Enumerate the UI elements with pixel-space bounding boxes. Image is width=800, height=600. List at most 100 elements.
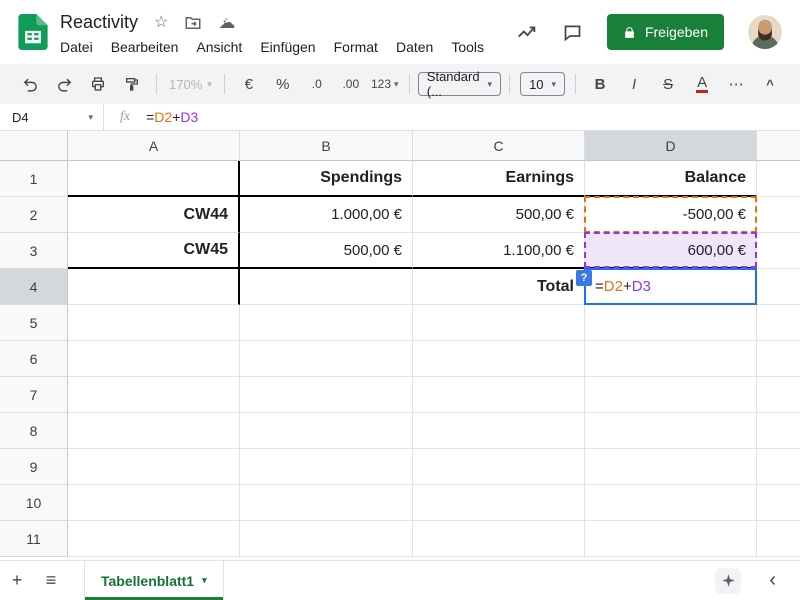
share-button[interactable]: Freigeben: [607, 14, 724, 50]
menu-item-bearbeiten[interactable]: Bearbeiten: [111, 39, 179, 55]
cell-A3[interactable]: CW45: [68, 233, 240, 269]
increase-decimals-button[interactable]: .00: [335, 71, 367, 97]
cell-A4[interactable]: [68, 269, 240, 305]
formula-help-badge[interactable]: ?: [576, 270, 592, 286]
select-all-corner[interactable]: [0, 131, 68, 161]
star-icon[interactable]: ☆: [154, 15, 168, 31]
cell-B11[interactable]: [240, 521, 413, 557]
italic-button[interactable]: I: [618, 71, 650, 97]
cell-E9[interactable]: [757, 449, 800, 485]
cell-B10[interactable]: [240, 485, 413, 521]
format-currency-button[interactable]: €: [233, 71, 265, 97]
row-header-10[interactable]: 10: [0, 485, 68, 521]
row-header-6[interactable]: 6: [0, 341, 68, 377]
menu-item-daten[interactable]: Daten: [396, 39, 433, 55]
cell-D8[interactable]: [585, 413, 757, 449]
row-header-11[interactable]: 11: [0, 521, 68, 557]
cell-A8[interactable]: [68, 413, 240, 449]
cell-D3[interactable]: 600,00 €: [585, 233, 757, 269]
cell-E7[interactable]: [757, 377, 800, 413]
more-toolbar-button[interactable]: ⋯: [720, 71, 752, 97]
cell-E10[interactable]: [757, 485, 800, 521]
cell-D4-active[interactable]: ? = D2 + D3: [585, 269, 757, 305]
cell-E11[interactable]: [757, 521, 800, 557]
comment-icon[interactable]: [562, 22, 583, 43]
cell-A5[interactable]: [68, 305, 240, 341]
format-percent-button[interactable]: %: [267, 71, 299, 97]
cell-E2[interactable]: [757, 197, 800, 233]
sheets-logo-icon[interactable]: [18, 14, 48, 50]
cell-E1[interactable]: [757, 161, 800, 197]
bold-button[interactable]: B: [584, 71, 616, 97]
cell-C9[interactable]: [413, 449, 585, 485]
cell-C5[interactable]: [413, 305, 585, 341]
row-header-2[interactable]: 2: [0, 197, 68, 233]
cell-B8[interactable]: [240, 413, 413, 449]
paint-format-icon[interactable]: [116, 71, 148, 97]
row-header-4[interactable]: 4: [0, 269, 68, 305]
cell-C4[interactable]: Total: [413, 269, 585, 305]
cell-D2[interactable]: -500,00 €: [585, 197, 757, 233]
strikethrough-button[interactable]: S: [652, 71, 684, 97]
cell-D1[interactable]: Balance: [585, 161, 757, 197]
move-to-folder-icon[interactable]: [184, 14, 202, 32]
row-header-8[interactable]: 8: [0, 413, 68, 449]
row-header-3[interactable]: 3: [0, 233, 68, 269]
zoom-select[interactable]: 170% ▾: [165, 77, 216, 92]
cell-D7[interactable]: [585, 377, 757, 413]
cell-E6[interactable]: [757, 341, 800, 377]
column-header-e-partial[interactable]: [757, 131, 800, 161]
redo-icon[interactable]: [48, 71, 80, 97]
cell-D9[interactable]: [585, 449, 757, 485]
sheet-tab-tabellenblatt1[interactable]: Tabellenblatt1 ▾: [84, 561, 224, 600]
explore-button[interactable]: [715, 568, 741, 594]
column-header-b[interactable]: B: [240, 131, 413, 161]
cell-C7[interactable]: [413, 377, 585, 413]
cell-C3[interactable]: 1.100,00 €: [413, 233, 585, 269]
menu-item-tools[interactable]: Tools: [451, 39, 484, 55]
column-header-c[interactable]: C: [413, 131, 585, 161]
cell-B9[interactable]: [240, 449, 413, 485]
cell-B3[interactable]: 500,00 €: [240, 233, 413, 269]
cell-C2[interactable]: 500,00 €: [413, 197, 585, 233]
cell-A1[interactable]: [68, 161, 240, 197]
cell-B1[interactable]: Spendings: [240, 161, 413, 197]
cell-E8[interactable]: [757, 413, 800, 449]
cell-B5[interactable]: [240, 305, 413, 341]
cell-D5[interactable]: [585, 305, 757, 341]
cell-E5[interactable]: [757, 305, 800, 341]
cell-A2[interactable]: CW44: [68, 197, 240, 233]
cell-C11[interactable]: [413, 521, 585, 557]
cell-C6[interactable]: [413, 341, 585, 377]
column-header-d[interactable]: D: [585, 131, 757, 161]
undo-icon[interactable]: [14, 71, 46, 97]
cell-A7[interactable]: [68, 377, 240, 413]
formula-input[interactable]: = D2 + D3: [146, 109, 198, 125]
cell-C8[interactable]: [413, 413, 585, 449]
cell-D11[interactable]: [585, 521, 757, 557]
cell-B2[interactable]: 1.000,00 €: [240, 197, 413, 233]
document-title[interactable]: Reactivity: [60, 12, 138, 33]
cell-C10[interactable]: [413, 485, 585, 521]
cell-C1[interactable]: Earnings: [413, 161, 585, 197]
add-sheet-button[interactable]: +: [0, 570, 34, 591]
cell-A11[interactable]: [68, 521, 240, 557]
print-icon[interactable]: [82, 71, 114, 97]
cell-D10[interactable]: [585, 485, 757, 521]
row-header-1[interactable]: 1: [0, 161, 68, 197]
text-color-button[interactable]: A: [686, 71, 718, 97]
collapse-toolbar-icon[interactable]: ^: [754, 71, 786, 97]
cell-D6[interactable]: [585, 341, 757, 377]
menu-item-ansicht[interactable]: Ansicht: [196, 39, 242, 55]
name-box[interactable]: D4 ▾: [0, 104, 104, 130]
insights-icon[interactable]: [516, 21, 538, 43]
decrease-decimals-button[interactable]: .0: [301, 71, 333, 97]
row-header-7[interactable]: 7: [0, 377, 68, 413]
font-size-select[interactable]: 10 ▾: [520, 72, 565, 96]
cell-A6[interactable]: [68, 341, 240, 377]
cell-E3[interactable]: [757, 233, 800, 269]
menu-item-datei[interactable]: Datei: [60, 39, 93, 55]
more-formats-button[interactable]: 123 ▾: [369, 71, 401, 97]
cell-A10[interactable]: [68, 485, 240, 521]
menu-item-format[interactable]: Format: [334, 39, 378, 55]
